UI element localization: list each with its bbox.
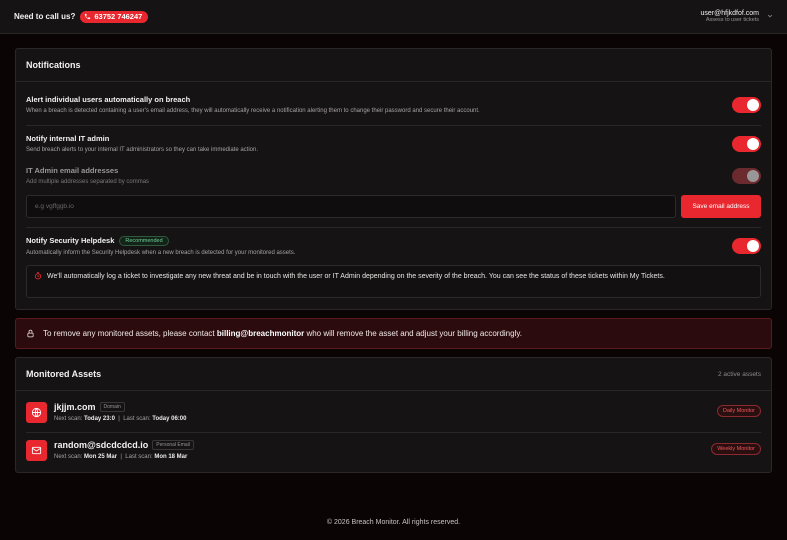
user-menu[interactable]: user@hfjkdfof.com Assess to user tickets [701,10,773,24]
timer-icon [34,272,42,280]
assets-title: Monitored Assets [26,369,102,379]
monitored-assets-card: Monitored Assets 2 active assets jkjjm.c… [15,357,772,473]
recommended-badge: Recommended [119,236,169,246]
asset-row[interactable]: jkjjm.com Domain Next scan: Today 23:0 | … [26,400,761,428]
footer-copyright: © 2026 Breach Monitor. All rights reserv… [326,519,461,526]
alert-users-desc: When a breach is detected containing a u… [26,108,480,114]
remove-assets-alert: To remove any monitored assets, please c… [15,318,772,349]
it-emails-title: IT Admin email addresses [26,166,119,175]
chevron-down-icon[interactable] [767,13,773,19]
it-emails-desc: Add multiple addresses separated by comm… [26,179,150,185]
next-scan-value: Mon 25 Mar [84,454,118,460]
billing-email-link[interactable]: billing@breachmonitor [217,329,304,338]
asset-name-text: random@sdcdcdcd.io [54,440,149,450]
call-label: Need to call us? [14,12,76,21]
globe-icon [31,407,42,418]
phone-icon [85,13,91,20]
notify-it-toggle[interactable] [732,136,761,152]
phone-number: 63752 746247 [94,12,143,21]
next-scan-label: Next scan: [54,454,83,460]
helpdesk-toggle[interactable] [732,238,761,254]
assets-header: Monitored Assets 2 active assets [16,358,771,391]
helpdesk-title-text: Notify Security Helpdesk [26,236,115,245]
user-email: user@hfjkdfof.com [700,9,759,17]
alert-users-setting: Alert individual users automatically on … [26,95,761,114]
alert-text-before: To remove any monitored assets, please c… [43,329,217,338]
asset-name-text: jkjjm.com [54,402,96,412]
toggle-knob [747,99,759,111]
save-email-button[interactable]: Save email address [681,195,761,218]
monitor-frequency-badge: Weekly Monitor [711,443,761,455]
user-subtitle: Assess to user tickets [705,17,759,24]
last-scan-label: Last scan: [125,454,153,460]
next-scan-value: Today 23:0 [84,416,115,422]
last-scan-value: Today 06:00 [152,416,187,422]
asset-type-badge: Personal Email [152,440,194,450]
assets-count: 2 active assets [718,370,761,378]
asset-scan-info: Next scan: Mon 25 Mar | Last scan: Mon 1… [54,454,187,460]
next-scan-label: Next scan: [54,416,83,422]
it-email-input[interactable] [26,195,676,218]
asset-type-badge: Domain [99,402,125,412]
phone-button[interactable]: 63752 746247 [80,10,149,23]
asset-name: random@sdcdcdcd.io Personal Email [54,440,194,450]
contact-area: Need to call us? 63752 746247 [14,10,149,23]
helpdesk-desc: Automatically inform the Security Helpde… [26,250,296,256]
asset-icon-wrap [26,440,47,461]
notifications-title: Notifications [26,60,81,70]
it-emails-toggle[interactable] [732,168,761,184]
mail-icon [31,446,42,455]
alert-text-after: who will remove the asset and adjust you… [304,329,522,338]
lock-icon [27,329,34,338]
asset-icon-wrap [26,402,47,423]
scan-separator: | [118,416,120,422]
divider [26,227,761,228]
toggle-knob [747,240,759,252]
notify-it-desc: Send breach alerts to your internal IT a… [26,147,259,153]
helpdesk-info-text: We'll automatically log a ticket to inve… [47,273,665,280]
user-info: user@hfjkdfof.com Assess to user tickets [701,10,759,24]
monitor-frequency-badge: Daily Monitor [716,405,761,417]
asset-row[interactable]: random@sdcdcdcd.io Personal Email Next sc… [26,438,761,466]
last-scan-value: Mon 18 Mar [154,454,188,460]
asset-scan-info: Next scan: Today 23:0 | Last scan: Today… [54,416,186,422]
alert-users-title: Alert individual users automatically on … [26,95,191,104]
last-scan-label: Last scan: [123,416,151,422]
divider [26,432,761,433]
helpdesk-setting: Notify Security Helpdesk Recommended Auto… [26,236,761,256]
it-emails-setting: IT Admin email addresses Add multiple ad… [26,166,761,185]
top-bar: Need to call us? 63752 746247 user@hfjkd… [0,0,787,34]
helpdesk-title: Notify Security Helpdesk Recommended [26,236,761,246]
toggle-knob [747,138,759,150]
helpdesk-info-box: We'll automatically log a ticket to inve… [26,265,761,298]
asset-name: jkjjm.com Domain [54,402,125,412]
alert-text: To remove any monitored assets, please c… [43,329,522,338]
toggle-knob [747,170,759,182]
scan-separator: | [120,454,122,460]
divider [26,125,761,126]
notifications-header: Notifications [16,49,771,82]
alert-users-toggle[interactable] [732,97,761,113]
notifications-card: Notifications Alert individual users aut… [15,48,772,310]
notify-it-title: Notify internal IT admin [26,134,110,143]
notify-it-setting: Notify internal IT admin Send breach ale… [26,134,761,153]
